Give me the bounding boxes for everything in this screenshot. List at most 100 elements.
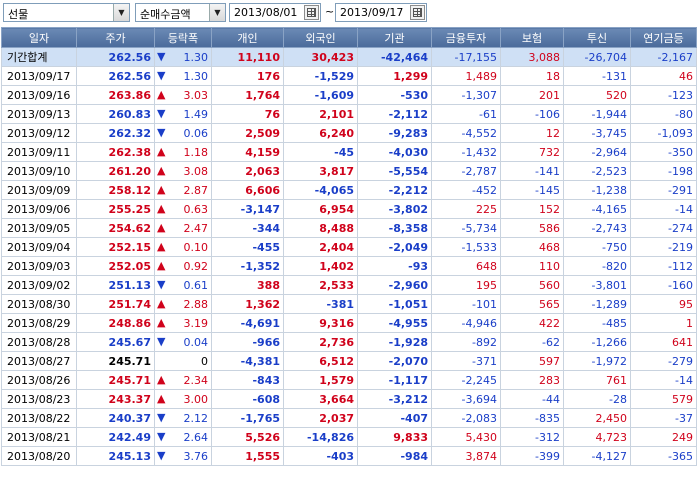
- trust-cell: -820: [563, 256, 631, 276]
- financial-invest-cell: -2,245: [431, 370, 501, 390]
- trust-cell: 4,723: [563, 427, 631, 447]
- col-trust-header[interactable]: 투신: [563, 27, 631, 48]
- change-cell: ▼ 0.06: [154, 123, 212, 143]
- table-row[interactable]: 2013/09/06 255.25 ▲ 0.63 -3,147 6,954 -3,802 22…: [1, 199, 697, 219]
- table-row[interactable]: 2013/09/05 254.62 ▲ 2.47 -344 8,488 -8,358 -5,7…: [1, 218, 697, 238]
- triangle-down-icon: ▼: [157, 69, 166, 82]
- date-cell: 2013/08/30: [1, 294, 77, 314]
- trust-cell: -4,165: [563, 199, 631, 219]
- col-change-header[interactable]: 등락폭: [154, 27, 212, 48]
- table-row[interactable]: 2013/08/28 245.67 ▼ 0.04 -966 2,736 -1,928 -892…: [1, 332, 697, 352]
- table-row[interactable]: 2013/09/10 261.20 ▲ 3.08 2,063 3,817 -5,554 -2,…: [1, 161, 697, 181]
- calendar-icon[interactable]: [304, 5, 319, 20]
- col-price-header[interactable]: 주가: [76, 27, 155, 48]
- table-row[interactable]: 2013/09/04 252.15 ▲ 0.10 -455 2,404 -2,049 -1,5…: [1, 237, 697, 257]
- triangle-up-icon: ▲: [157, 297, 166, 310]
- foreign-cell: 8,488: [283, 218, 358, 238]
- change-value: 2.47: [183, 221, 209, 235]
- pension-cell: -14: [630, 199, 697, 219]
- financial-invest-cell: -61: [431, 104, 501, 124]
- table-row[interactable]: 2013/09/17 262.56 ▼ 1.30 176 -1,529 1,299 1,489…: [1, 66, 697, 86]
- table-row[interactable]: 2013/09/02 251.13 ▼ 0.61 388 2,533 -2,960 195 56…: [1, 275, 697, 295]
- col-financial-invest-header[interactable]: 금융투자: [431, 27, 501, 48]
- financial-invest-cell: -4,946: [431, 313, 501, 333]
- trust-cell: -3,745: [563, 123, 631, 143]
- table-row[interactable]: 2013/09/13 260.83 ▼ 1.49 76 2,101 -2,112 -61 -10…: [1, 104, 697, 124]
- triangle-up-icon: ▲: [157, 145, 166, 158]
- table-row[interactable]: 2013/08/21 242.49 ▼ 2.64 5,526 -14,826 9,833 5,…: [1, 427, 697, 447]
- table-row[interactable]: 2013/08/27 245.71 0 -4,381 6,512 -2,070 -371 59…: [1, 351, 697, 371]
- toolbar: 선물 ▼ 순매수금액 ▼ 2013/08/01 ~ 2013/09/17: [0, 0, 697, 27]
- type-select[interactable]: 순매수금액 ▼: [135, 3, 226, 22]
- chevron-down-icon[interactable]: ▼: [113, 4, 129, 21]
- insurance-cell: 201: [500, 85, 564, 105]
- date-to-field[interactable]: 2013/09/17: [335, 3, 427, 22]
- col-individual-header[interactable]: 개인: [211, 27, 284, 48]
- date-cell: 2013/08/21: [1, 427, 77, 447]
- foreign-cell: 3,664: [283, 389, 358, 409]
- change-value: 1.30: [183, 69, 209, 83]
- institution-cell: -1,928: [357, 332, 432, 352]
- triangle-up-icon: ▲: [157, 240, 166, 253]
- table-row[interactable]: 2013/08/26 245.71 ▲ 2.34 -843 1,579 -1,117 -2,2…: [1, 370, 697, 390]
- pension-cell: -350: [630, 142, 697, 162]
- pension-cell: -1,093: [630, 123, 697, 143]
- individual-cell: -843: [211, 370, 284, 390]
- summary-row[interactable]: 기간합계 262.56 ▼ 1.30 11,110 30,423 -42,464 -17,15…: [1, 47, 697, 67]
- institution-cell: -1,051: [357, 294, 432, 314]
- table-row[interactable]: 2013/09/16 263.86 ▲ 3.03 1,764 -1,609 -530 -1,3…: [1, 85, 697, 105]
- institution-cell: -2,112: [357, 104, 432, 124]
- triangle-down-icon: ▼: [157, 50, 166, 63]
- col-pension-header[interactable]: 연기금등: [630, 27, 697, 48]
- change-cell: ▲ 0.92: [154, 256, 212, 276]
- table-row[interactable]: 2013/08/29 248.86 ▲ 3.19 -4,691 9,316 -4,955 -4…: [1, 313, 697, 333]
- market-select[interactable]: 선물 ▼: [3, 3, 130, 22]
- change-value: 2.64: [183, 430, 209, 444]
- date-cell: 2013/09/11: [1, 142, 77, 162]
- price-cell: 245.71: [76, 351, 155, 371]
- table-row[interactable]: 2013/09/11 262.38 ▲ 1.18 4,159 -45 -4,030 -1,43…: [1, 142, 697, 162]
- individual-cell: 4,159: [211, 142, 284, 162]
- insurance-cell: -106: [500, 104, 564, 124]
- table-row[interactable]: 2013/09/03 252.05 ▲ 0.92 -1,352 1,402 -93 648 11…: [1, 256, 697, 276]
- col-institution-header[interactable]: 기관: [357, 27, 432, 48]
- pension-cell: -279: [630, 351, 697, 371]
- foreign-cell: 2,736: [283, 332, 358, 352]
- price-cell: 254.62: [76, 218, 155, 238]
- date-from-field[interactable]: 2013/08/01: [229, 3, 321, 22]
- chevron-down-icon[interactable]: ▼: [209, 4, 225, 21]
- price-cell: 262.32: [76, 123, 155, 143]
- institution-cell: -4,955: [357, 313, 432, 333]
- institution-cell: -984: [357, 446, 432, 466]
- institution-cell: -2,049: [357, 237, 432, 257]
- financial-invest-cell: -371: [431, 351, 501, 371]
- date-to-value: 2013/09/17: [340, 6, 404, 19]
- calendar-icon[interactable]: [410, 5, 425, 20]
- col-insurance-header[interactable]: 보험: [500, 27, 564, 48]
- change-value: 2.87: [183, 183, 209, 197]
- change-value: 3.19: [183, 316, 209, 330]
- table-row[interactable]: 2013/08/23 243.37 ▲ 3.00 -608 3,664 -3,212 -3,6…: [1, 389, 697, 409]
- change-value: 0.92: [183, 259, 209, 273]
- institution-cell: -1,117: [357, 370, 432, 390]
- table-row[interactable]: 2013/09/12 262.32 ▼ 0.06 2,509 6,240 -9,283 -4,…: [1, 123, 697, 143]
- price-cell: 255.25: [76, 199, 155, 219]
- change-value: 3.00: [183, 392, 209, 406]
- col-date-header[interactable]: 일자: [1, 27, 77, 48]
- individual-cell: 1,764: [211, 85, 284, 105]
- table-row[interactable]: 2013/08/22 240.37 ▼ 2.12 -1,765 2,037 -407 -2,0…: [1, 408, 697, 428]
- table-row[interactable]: 2013/09/09 258.12 ▲ 2.87 6,606 -4,065 -2,212 -4…: [1, 180, 697, 200]
- change-cell: ▼ 0.61: [154, 275, 212, 295]
- table-row[interactable]: 2013/08/20 245.13 ▼ 3.76 1,555 -403 -984 3,874-…: [1, 446, 697, 466]
- date-cell: 2013/09/02: [1, 275, 77, 295]
- foreign-cell: -1,609: [283, 85, 358, 105]
- date-cell: 2013/09/09: [1, 180, 77, 200]
- financial-invest-cell: 195: [431, 275, 501, 295]
- change-value: 2.88: [183, 297, 209, 311]
- individual-cell: -3,147: [211, 199, 284, 219]
- col-foreign-header[interactable]: 외국인: [283, 27, 358, 48]
- table-row[interactable]: 2013/08/30 251.74 ▲ 2.88 1,362 -381 -1,051 -101…: [1, 294, 697, 314]
- foreign-cell: 1,579: [283, 370, 358, 390]
- individual-cell: -966: [211, 332, 284, 352]
- financial-invest-cell: -1,533: [431, 237, 501, 257]
